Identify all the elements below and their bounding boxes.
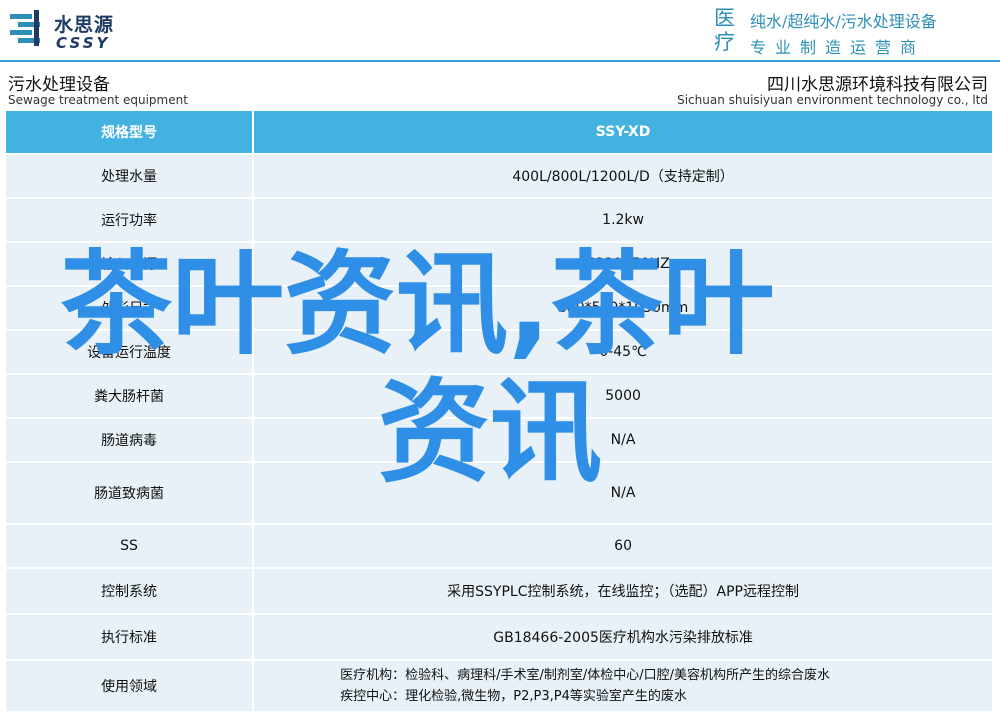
table-row: 肠道病毒 N/A [6,419,992,461]
product-title: 污水处理设备 Sewage treatment equipment [0,62,276,108]
row-value: GB18466-2005医疗机构水污染排放标准 [252,615,992,659]
row-label: 外形尺寸 [6,287,253,329]
row-value: N/A [252,419,992,461]
company-name: 四川水思源环境科技有限公司 Sichuan shuisiyuan environ… [280,62,1000,108]
spec-table: 规格型号 SSY-XD 处理水量 400L/800L/1200L/D（支持定制）… [6,109,992,713]
row-label: 肠道病毒 [6,419,253,461]
row-value: AC220V50HZ [252,243,992,285]
row-value: 60 [252,525,992,567]
row-value: 0-45℃ [252,331,992,373]
table-row: 运行功率 1.2kw [6,199,992,241]
table-row: 输入电源 AC220V50HZ [6,243,992,285]
table-row: 外形尺寸 680*560*1050mm [6,287,992,329]
company-name-cn: 四川水思源环境科技有限公司 [767,75,988,95]
row-value: 采用SSYPLC控制系统，在线监控；（选配）APP远程控制 [252,569,992,613]
row-value: 1.2kw [252,199,992,241]
row-label: 肠道致病菌 [6,463,253,523]
row-label: 控制系统 [6,569,253,613]
table-row: 设备运行温度 0-45℃ [6,331,992,373]
table-row: 执行标准 GB18466-2005医疗机构水污染排放标准 [6,615,992,659]
row-value-line2: 疾控中心：理化检验,微生物，P2,P3,P4等实验室产生的废水 [340,689,687,704]
brand-name-en: CSSY [56,34,111,52]
row-value: 680*560*1050mm [252,287,992,329]
table-row: SS 60 [6,525,992,567]
row-label: 设备运行温度 [6,331,253,373]
row-label: 执行标准 [6,615,253,659]
tagline-line2: 专业制造运营商 [750,38,926,57]
row-label: 处理水量 [6,155,253,197]
row-label: 运行功率 [6,199,253,241]
header-label: 规格型号 [6,111,253,153]
tagline-big-text: 医疗 [714,6,735,54]
table-header-row: 规格型号 SSY-XD [6,111,992,153]
row-label: SS [6,525,253,567]
row-value-line1: 医疗机构：检验科、病理科/手术室/制剂室/体检中心/口腔/美容机构所产生的综合废… [340,668,831,683]
tagline-line1: 纯水/超纯水/污水处理设备 [750,12,937,31]
water-logo-icon [10,10,40,46]
table-row: 粪大肠杆菌 5000 [6,375,992,417]
table-row: 肠道致病菌 N/A [6,463,992,523]
table-row: 使用领域 医疗机构：检验科、病理科/手术室/制剂室/体检中心/口腔/美容机构所产… [6,661,992,711]
row-value: 400L/800L/1200L/D（支持定制） [252,155,992,197]
company-name-en: Sichuan shuisiyuan environment technolog… [677,93,988,107]
product-title-en: Sewage treatment equipment [8,93,188,107]
row-label: 使用领域 [6,661,253,711]
row-label: 输入电源 [6,243,253,285]
table-row: 控制系统 采用SSYPLC控制系统，在线监控；（选配）APP远程控制 [6,569,992,613]
row-value-multiline: 医疗机构：检验科、病理科/手术室/制剂室/体检中心/口腔/美容机构所产生的综合废… [252,661,992,711]
company-logo: 水思源 CSSY [6,6,156,54]
product-title-cn: 污水处理设备 [8,75,110,95]
row-value: 5000 [252,375,992,417]
row-value: N/A [252,463,992,523]
row-label: 粪大肠杆菌 [6,375,253,417]
header-value: SSY-XD [252,111,992,153]
table-row: 处理水量 400L/800L/1200L/D（支持定制） [6,155,992,197]
tagline: 医疗 纯水/超纯水/污水处理设备 专业制造运营商 [714,4,994,58]
brand-name-cn: 水思源 [54,14,115,36]
